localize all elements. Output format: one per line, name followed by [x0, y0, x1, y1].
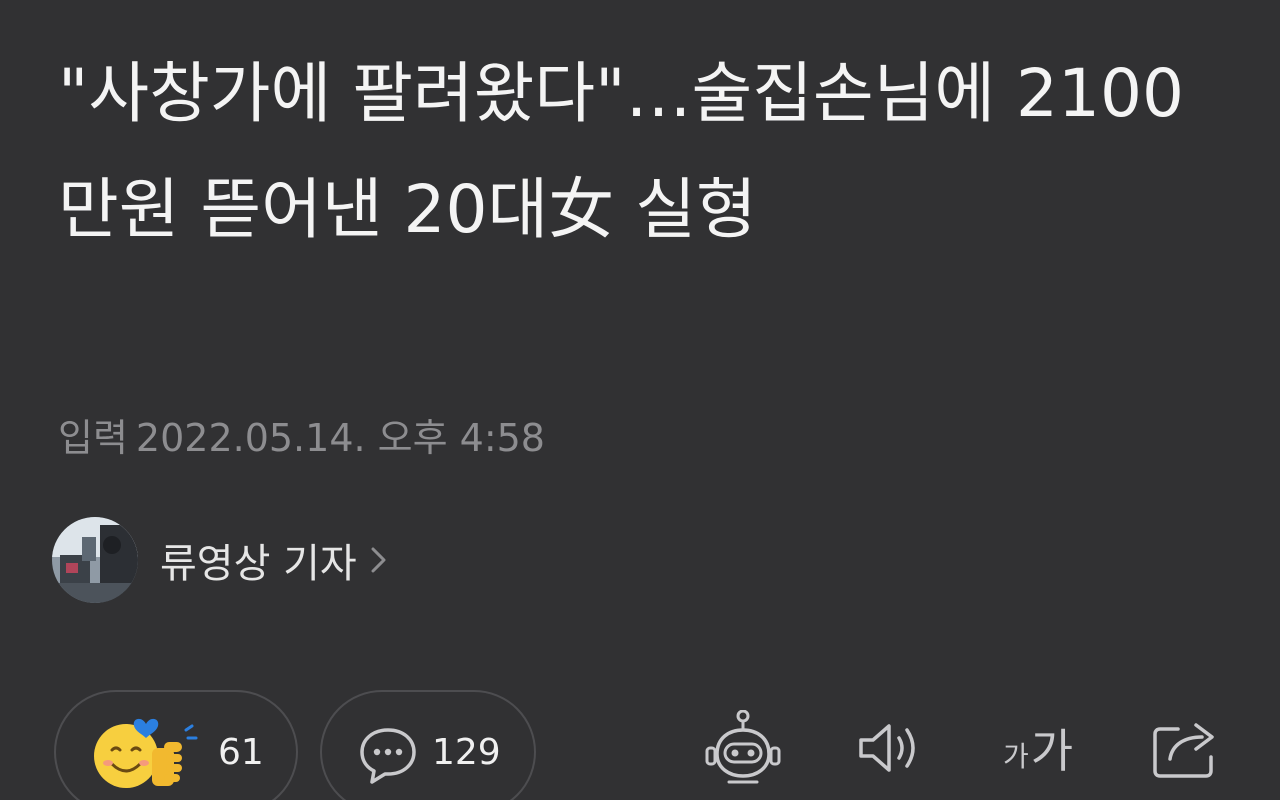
author-byline[interactable]: 류영상 기자 — [52, 516, 389, 604]
published-time: 2022.05.14. 오후 4:58 — [135, 416, 545, 460]
font-size-small-label: 가 — [1002, 740, 1029, 773]
published-timestamp: 입력 2022.05.14. 오후 4:58 — [58, 412, 545, 464]
chevron-right-icon[interactable] — [369, 543, 389, 577]
article-headline: "사창가에 팔려왔다"…술집손님에 2100만원 뜯어낸 20대女 실형 — [58, 55, 1184, 248]
article-page: "사창가에 팔려왔다"…술집손님에 2100만원 뜯어낸 20대女 실형 입력 2… — [0, 0, 1280, 800]
reaction-button[interactable]: 61 — [54, 690, 298, 800]
author-name[interactable]: 류영상 기자 — [160, 531, 357, 589]
font-size-large-label: 가 — [1030, 724, 1074, 778]
speaker-icon[interactable] — [852, 710, 928, 786]
published-label: 입력 — [58, 416, 128, 460]
reaction-emoji-icon — [92, 716, 204, 794]
author-avatar[interactable] — [52, 517, 138, 603]
robot-icon[interactable] — [700, 710, 786, 786]
comment-button[interactable]: 129 — [320, 690, 536, 800]
comment-icon — [358, 716, 418, 794]
font-size-icon[interactable]: 가가 — [988, 710, 1088, 786]
reaction-count: 61 — [218, 732, 264, 773]
comment-count: 129 — [432, 732, 501, 773]
share-icon[interactable] — [1146, 710, 1226, 786]
